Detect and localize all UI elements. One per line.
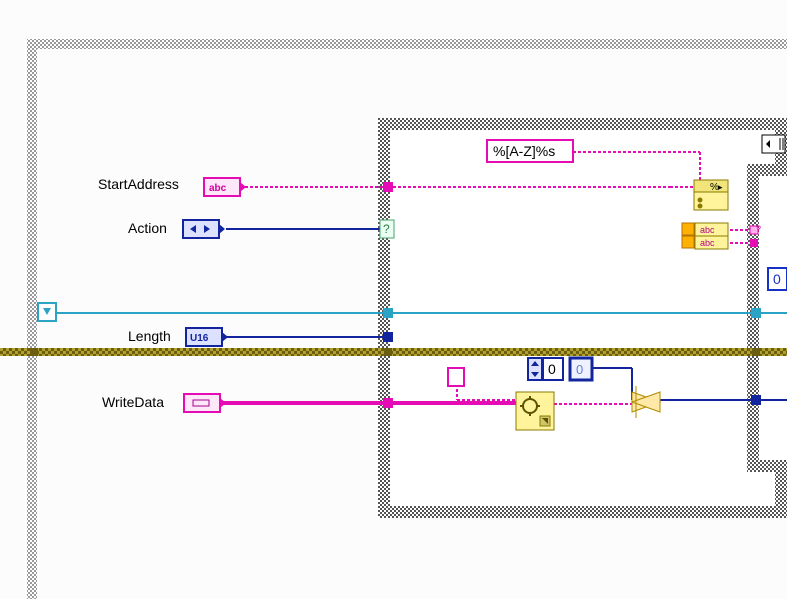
svg-text:?: ?: [383, 222, 390, 236]
startaddress-label: StartAddress: [98, 176, 179, 192]
unbundle-node[interactable]: [516, 392, 554, 430]
writedata-label: WriteData: [102, 394, 164, 410]
action-label: Action: [128, 220, 167, 236]
writedata-terminal[interactable]: [184, 394, 226, 412]
svg-text:abc: abc: [700, 225, 715, 235]
startaddress-terminal[interactable]: abc: [204, 178, 246, 196]
svg-text:0: 0: [548, 361, 556, 377]
length-terminal[interactable]: U16: [186, 328, 228, 346]
array-index-constants[interactable]: 0 0: [528, 358, 592, 380]
length-label: Length: [128, 328, 171, 344]
case-selector-terminal[interactable]: ?: [380, 220, 394, 238]
svg-text:?: ?: [756, 224, 761, 234]
svg-text:0: 0: [576, 362, 583, 377]
numeric-constant-inner[interactable]: 0: [768, 268, 787, 290]
svg-text:abc: abc: [209, 183, 227, 194]
svg-text:U16: U16: [190, 333, 209, 344]
scan-format-text: %[A-Z]%s: [493, 143, 555, 159]
block-diagram: 0 ?: [0, 0, 787, 599]
wire-length: [225, 332, 393, 342]
svg-text:0: 0: [773, 271, 781, 287]
wire-ref: [0, 348, 787, 356]
svg-text:abc: abc: [700, 238, 715, 248]
case-structure-outer[interactable]: [378, 118, 787, 518]
shift-register-left[interactable]: [38, 303, 56, 321]
scan-format-constant[interactable]: %[A-Z]%s: [487, 140, 573, 162]
empty-string-constant[interactable]: [448, 368, 464, 386]
action-terminal[interactable]: [183, 220, 225, 238]
svg-text:▸: ▸: [718, 182, 723, 192]
